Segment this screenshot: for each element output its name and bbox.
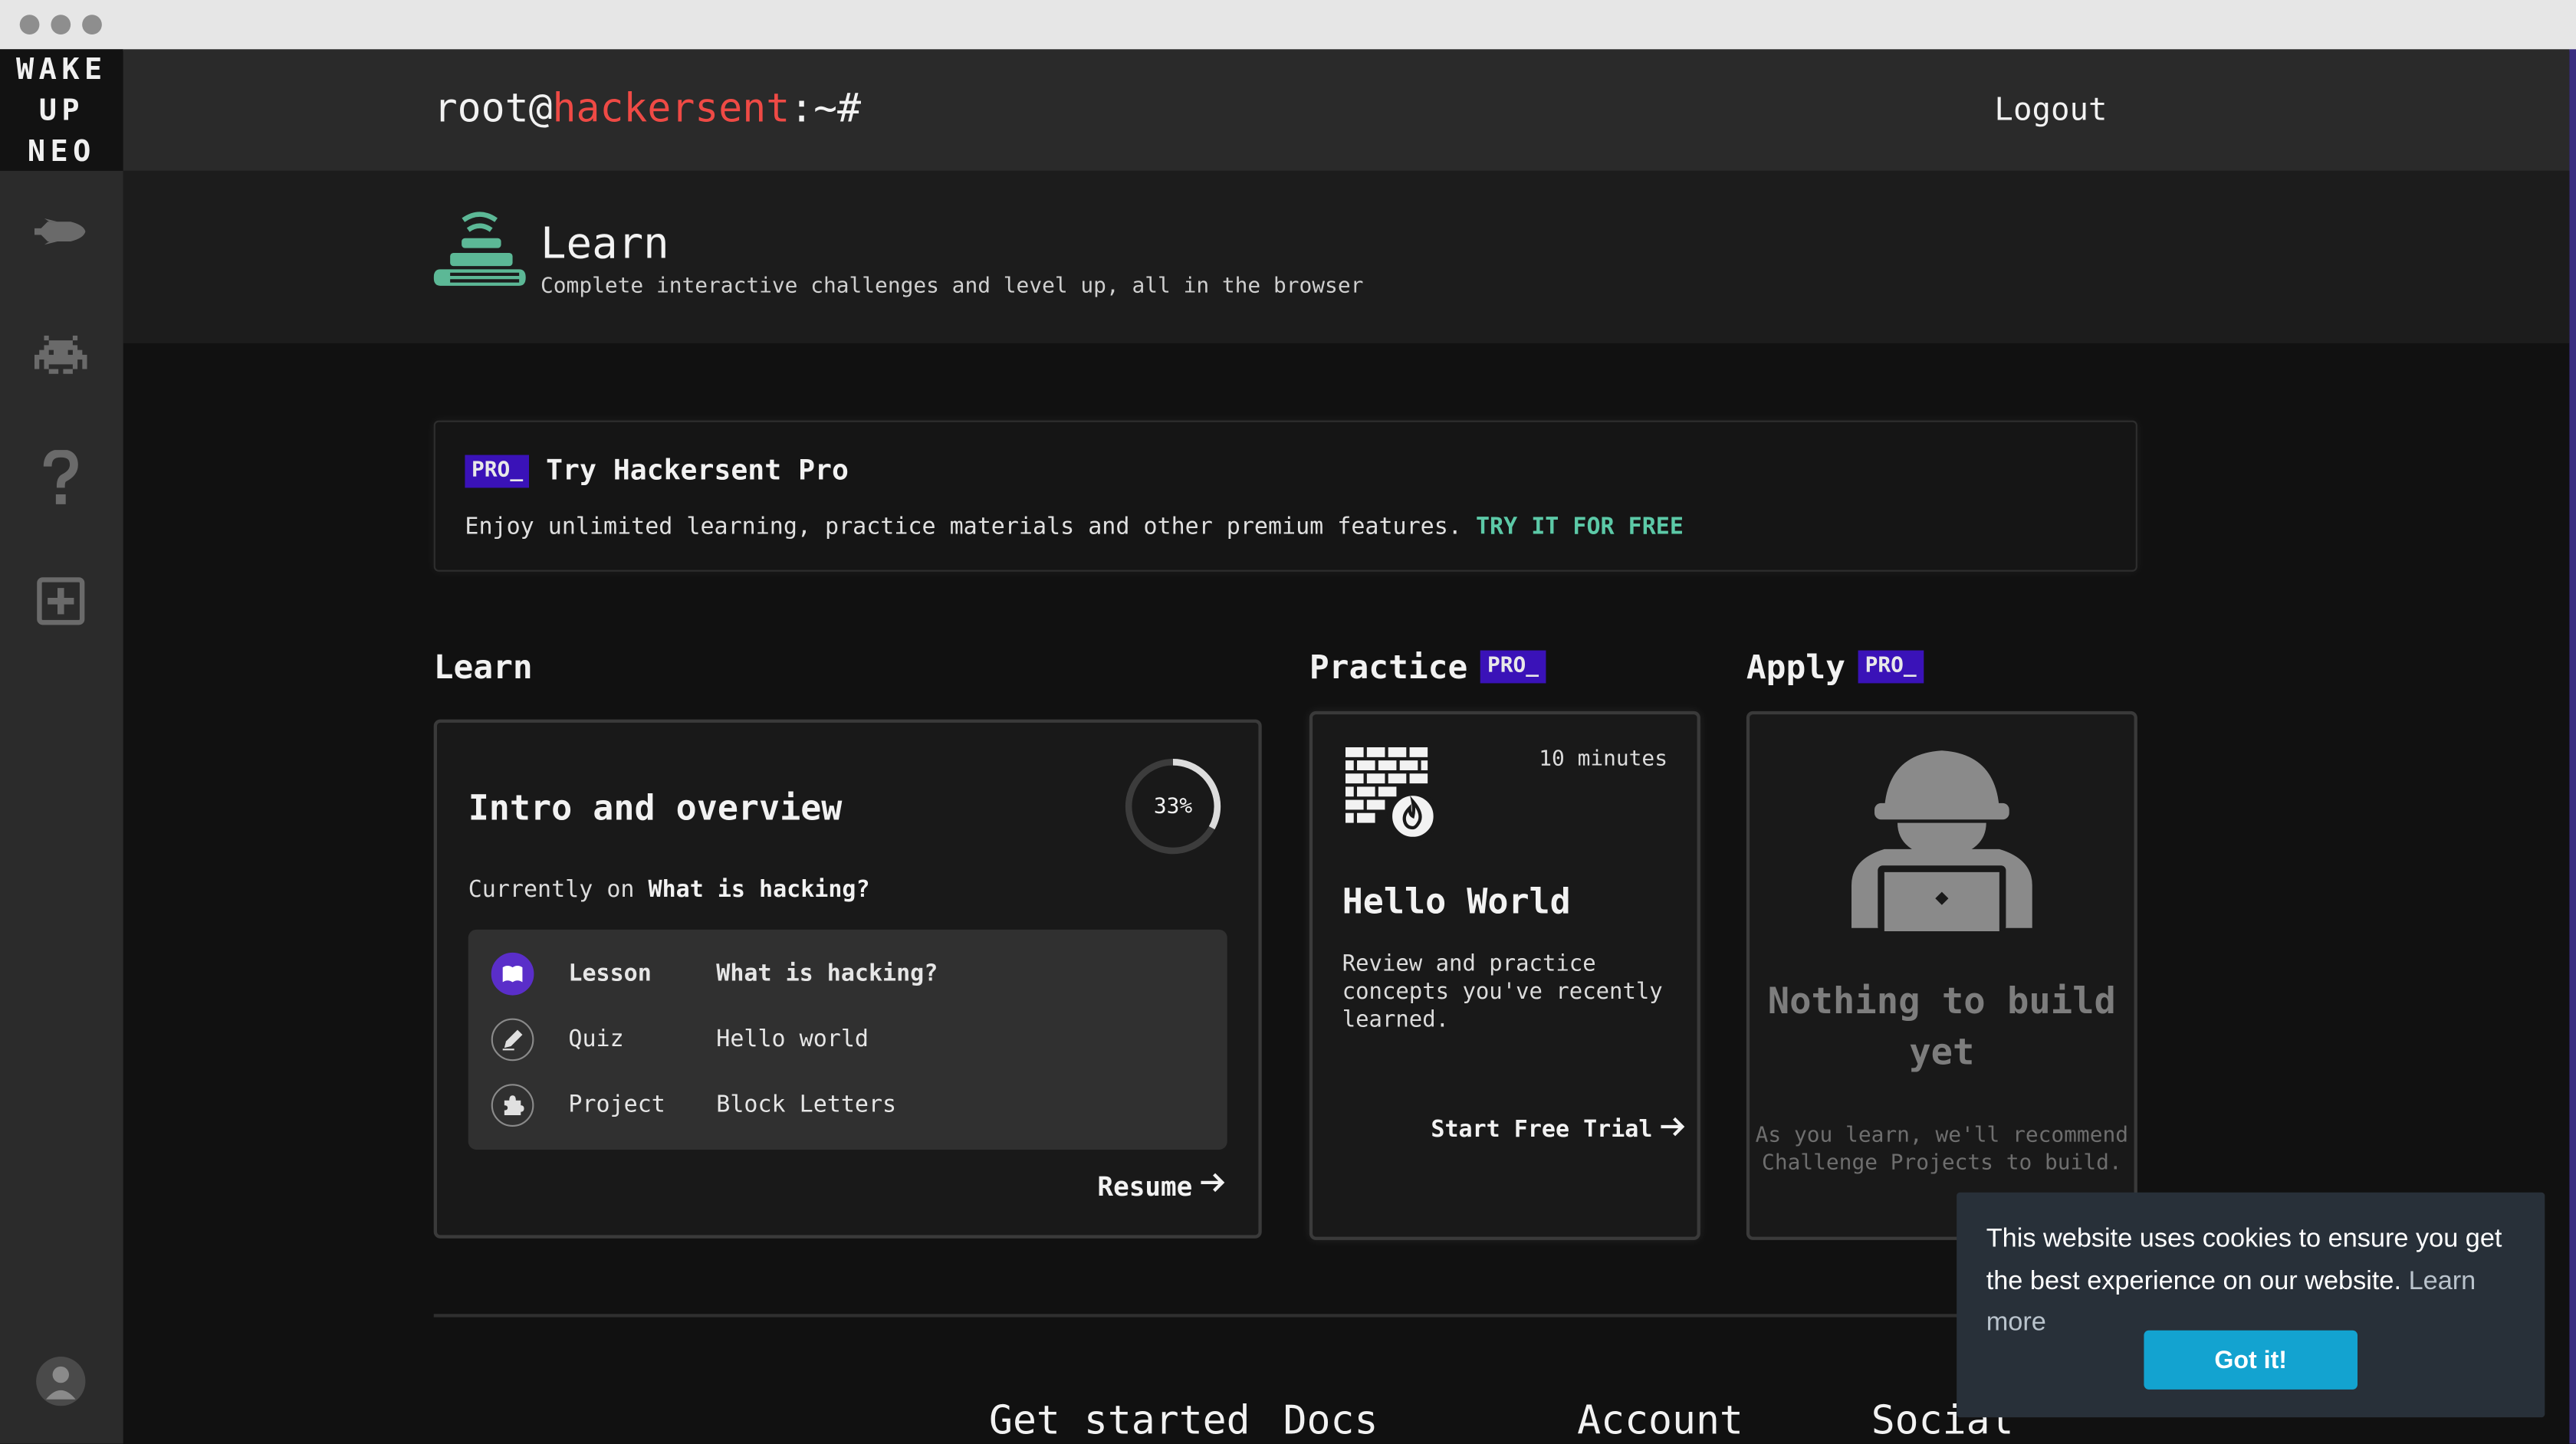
duration-label: 10 minutes xyxy=(1539,747,1668,773)
scrollbar[interactable] xyxy=(2569,49,2576,1444)
learn-section-label: Learn xyxy=(433,647,533,687)
practice-title: Hello World xyxy=(1342,881,1571,922)
footer-docs-link[interactable]: Docs xyxy=(1283,1398,1378,1444)
item-type: Quiz xyxy=(568,1026,624,1053)
resume-button[interactable]: Resume xyxy=(1097,1170,1225,1203)
practice-description: Review and practice concepts you've rece… xyxy=(1342,950,1663,1033)
apply-card: Nothing to build yet As you learn, we'll… xyxy=(1746,711,2137,1240)
footer-get-started-link[interactable]: Get started xyxy=(989,1398,1250,1444)
logo-line: NEO xyxy=(27,134,96,169)
pencil-icon xyxy=(491,1018,534,1062)
resume-label: Resume xyxy=(1097,1170,1193,1202)
window-close-dot[interactable] xyxy=(19,15,40,34)
top-bar: root@hackersent:~# Logout xyxy=(123,49,2570,171)
apply-section-title: Apply PRO_ xyxy=(1746,647,1924,687)
item-type: Lesson xyxy=(568,960,652,987)
open-book-icon xyxy=(491,952,534,996)
terminal-prompt: root@hackersent:~# xyxy=(434,85,861,131)
list-item[interactable]: Lesson What is hacking? xyxy=(491,951,1198,997)
footer-account-link[interactable]: Account xyxy=(1577,1398,1743,1444)
currently-on: Currently on What is hacking? xyxy=(468,877,870,903)
arrow-right-icon xyxy=(1199,1170,1225,1203)
logo-line: WAKE xyxy=(16,52,107,87)
item-name: Block Letters xyxy=(716,1092,897,1119)
page-title: Learn xyxy=(540,220,669,270)
empty-state-title: Nothing to build yet xyxy=(1767,982,2116,1075)
app-window: WAKE UP NEO root@hackersent:~# Logout Le… xyxy=(0,0,2576,1444)
practice-section-title: Practice PRO_ xyxy=(1309,647,1546,687)
list-item[interactable]: Project Block Letters xyxy=(491,1082,1198,1128)
page-subtitle: Complete interactive challenges and leve… xyxy=(540,274,1364,299)
hacker-icon xyxy=(1848,744,2036,941)
try-free-link[interactable]: TRY IT FOR FREE xyxy=(1476,514,1684,540)
avatar[interactable] xyxy=(30,1350,92,1412)
learn-books-icon xyxy=(433,210,529,305)
currently-item: What is hacking? xyxy=(648,877,870,904)
list-item[interactable]: Quiz Hello world xyxy=(491,1016,1198,1062)
puzzle-icon xyxy=(491,1084,534,1127)
pro-badge: PRO_ xyxy=(1480,650,1546,684)
add-box-icon[interactable] xyxy=(30,570,92,632)
progress-label: 33% xyxy=(1153,794,1193,819)
sidebar: WAKE UP NEO xyxy=(0,49,123,1444)
logout-button[interactable]: Logout xyxy=(1994,92,2107,128)
promo-description-row: Enjoy unlimited learning, practice mater… xyxy=(465,514,1683,540)
course-title: Intro and overview xyxy=(468,788,843,828)
start-free-trial-button[interactable]: Start Free Trial xyxy=(1431,1114,1685,1147)
learn-section-title: Learn xyxy=(434,647,533,686)
item-name: What is hacking? xyxy=(716,960,938,987)
cookie-banner: This website uses cookies to ensure you … xyxy=(1957,1192,2545,1418)
cookie-message-row: This website uses cookies to ensure you … xyxy=(1986,1219,2528,1344)
progress-ring: 33% xyxy=(1124,757,1223,856)
pro-promo-banner: PRO_ Try Hackersent Pro Enjoy unlimited … xyxy=(433,420,2137,572)
course-card: Intro and overview 33% Currently on What… xyxy=(433,719,1262,1239)
window-titlebar xyxy=(0,0,2576,51)
firewall-icon xyxy=(1346,747,1441,849)
logo[interactable]: WAKE UP NEO xyxy=(0,49,123,171)
practice-section-label: Practice xyxy=(1309,647,1468,687)
promo-description: Enjoy unlimited learning, practice mater… xyxy=(465,514,1462,540)
pro-badge: PRO_ xyxy=(1858,650,1924,684)
promo-title-row: PRO_ Try Hackersent Pro xyxy=(465,455,849,488)
course-item-list: Lesson What is hacking? Quiz Hello world… xyxy=(468,929,1227,1150)
arrow-right-icon xyxy=(1659,1114,1685,1147)
space-invader-icon[interactable] xyxy=(30,323,92,386)
pro-badge: PRO_ xyxy=(465,455,530,488)
help-icon[interactable] xyxy=(30,447,92,509)
practice-card[interactable]: 10 minutes Hello World Review and practi… xyxy=(1309,711,1700,1240)
item-name: Hello world xyxy=(716,1026,869,1053)
item-type: Project xyxy=(568,1092,665,1119)
prompt-host: hackersent xyxy=(552,85,790,132)
empty-state-description: As you learn, we'll recommend Challenge … xyxy=(1755,1123,2129,1177)
promo-title: Try Hackersent Pro xyxy=(546,455,849,488)
footer-divider xyxy=(433,1314,2134,1318)
prompt-user: root@ xyxy=(433,85,553,132)
currently-prefix: Currently on xyxy=(468,877,635,904)
window-minimize-dot[interactable] xyxy=(51,15,71,34)
prompt-suffix: :~# xyxy=(790,85,862,132)
rocket-icon[interactable] xyxy=(30,200,92,262)
logo-line: UP xyxy=(38,94,85,129)
trial-label: Start Free Trial xyxy=(1431,1117,1653,1144)
page-header: Learn Complete interactive challenges an… xyxy=(123,170,2570,343)
window-zoom-dot[interactable] xyxy=(82,15,102,34)
apply-section-label: Apply xyxy=(1746,647,1845,687)
cookie-accept-button[interactable]: Got it! xyxy=(2144,1330,2358,1390)
